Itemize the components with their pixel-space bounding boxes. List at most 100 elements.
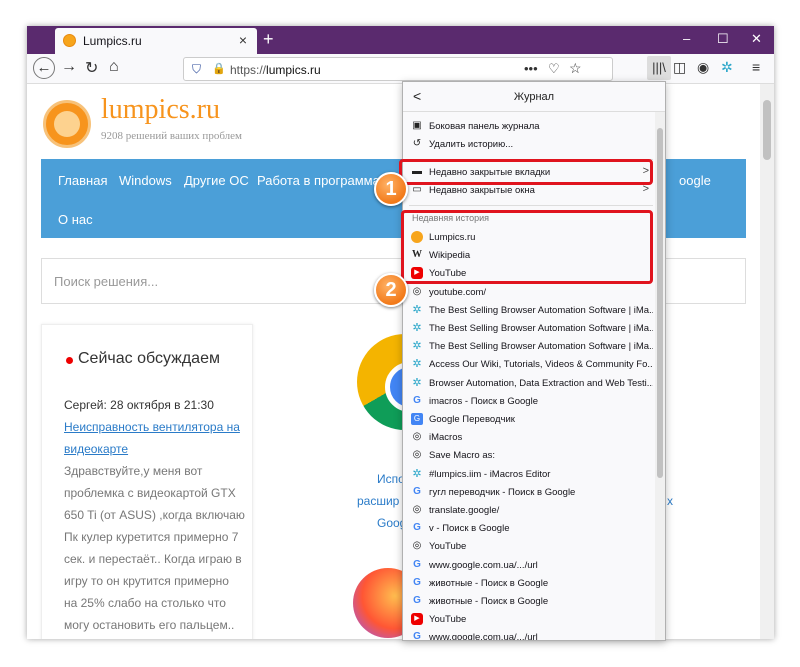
menu-item-home[interactable]: Главная bbox=[58, 173, 107, 188]
library-icon[interactable]: |||\ bbox=[647, 56, 671, 80]
history-row[interactable]: Gгугл переводчик - Поиск в Google bbox=[409, 484, 653, 502]
panel-title: Журнал bbox=[513, 91, 555, 103]
windows-icon: ▭ bbox=[412, 184, 422, 195]
minimize-icon[interactable]: – bbox=[683, 31, 690, 46]
comment-text: 650 Ti (от ASUS) ,когда включаю bbox=[64, 508, 245, 522]
site-name[interactable]: lumpics.ru bbox=[101, 94, 220, 126]
history-row[interactable]: Gimacros - Поиск в Google bbox=[409, 393, 653, 411]
history-row-label: www.google.com.ua/.../url bbox=[429, 632, 538, 641]
history-row-label: www.google.com.ua/.../url bbox=[429, 559, 538, 571]
youtube-icon: ▶ bbox=[411, 613, 423, 626]
menu-item-about[interactable]: О нас bbox=[58, 212, 93, 227]
imacros-icon: ✲ bbox=[412, 358, 422, 371]
history-row-label: translate.google/ bbox=[429, 505, 500, 516]
comment-text: игру то он крутится примерно bbox=[64, 574, 229, 588]
bookmark-star-icon[interactable]: ☆ bbox=[569, 60, 582, 77]
discussion-widget: Сейчас обсуждаем Сергей: 28 октября в 21… bbox=[41, 324, 253, 639]
panel-separator bbox=[409, 205, 653, 206]
history-row[interactable]: ✲ Browser Automation, Data Extraction and… bbox=[409, 375, 653, 393]
pocket-icon[interactable]: ♡ bbox=[548, 61, 560, 77]
sidebar-icon: ▣ bbox=[412, 120, 422, 131]
back-icon[interactable]: ← bbox=[33, 57, 55, 79]
history-row-label: The Best Selling Browser Automation Soft… bbox=[429, 323, 653, 334]
history-row-label: #lumpics.iim - iMacros Editor bbox=[429, 468, 551, 480]
history-row[interactable]: ▶ YouTube bbox=[409, 611, 653, 629]
history-row[interactable]: ◎ iMacros bbox=[409, 429, 653, 447]
history-row[interactable]: ◎ Save Macro as: bbox=[409, 447, 653, 465]
lock-icon[interactable]: 🔒 bbox=[212, 62, 226, 75]
history-row-label: гугл переводчик - Поиск в Google bbox=[429, 486, 576, 498]
menu-item-programs[interactable]: Работа в программа bbox=[257, 173, 380, 188]
panel-header: < Журнал bbox=[403, 82, 665, 112]
history-row[interactable]: ◎ YouTube bbox=[409, 538, 653, 556]
history-row[interactable]: Gwww.google.com.ua/.../url bbox=[409, 629, 653, 641]
comment-link[interactable]: Неисправность вентилятора на bbox=[64, 420, 240, 434]
history-row[interactable]: ↺ Удалить историю... bbox=[409, 136, 653, 154]
google-translate-icon: G bbox=[411, 413, 423, 425]
nav-bar: ← → ↻ ⌂ ⛉ 🔒 https://lumpics.ru ••• ♡ ☆ |… bbox=[27, 54, 774, 84]
history-row-label: The Best Selling Browser Automation Soft… bbox=[429, 304, 653, 316]
page-scrollbar-thumb[interactable] bbox=[763, 100, 771, 160]
history-row-label: Удалить историю... bbox=[429, 139, 514, 150]
history-row-label: Боковая панель журнала bbox=[429, 121, 540, 132]
live-dot-icon bbox=[66, 357, 73, 364]
shield-icon[interactable]: ⛉ bbox=[192, 62, 201, 77]
history-clear-icon: ↺ bbox=[412, 138, 422, 149]
menu-icon[interactable]: ≡ bbox=[752, 59, 760, 75]
page-scrollbar[interactable] bbox=[760, 84, 774, 639]
history-row-label: Access Our Wiki, Tutorials, Videos & Com… bbox=[429, 359, 653, 371]
history-row-label: Google Переводчик bbox=[429, 414, 515, 425]
history-row[interactable]: Gживотные - Поиск в Google bbox=[409, 575, 653, 593]
site-logo-icon[interactable] bbox=[43, 100, 91, 148]
google-icon: G bbox=[413, 522, 421, 534]
close-window-icon[interactable]: ✕ bbox=[751, 31, 762, 47]
url-bar[interactable]: ⛉ 🔒 https://lumpics.ru ••• ♡ ☆ bbox=[183, 57, 613, 81]
home-icon[interactable]: ⌂ bbox=[109, 58, 119, 76]
menu-item-windows[interactable]: Windows bbox=[119, 173, 172, 188]
imacros-toolbar-icon[interactable]: ✲ bbox=[721, 59, 733, 76]
history-row[interactable]: ✲ The Best Selling Browser Automation Sof… bbox=[409, 320, 653, 338]
history-row-label: Недавно закрытые окна bbox=[429, 185, 535, 196]
site-tagline: 9208 решений ваших проблем bbox=[101, 130, 242, 142]
history-row[interactable]: ✲ #lumpics.iim - iMacros Editor bbox=[409, 466, 653, 484]
reload-icon[interactable]: ↻ bbox=[85, 58, 98, 78]
article-title-fragment[interactable]: Испо bbox=[377, 472, 405, 486]
history-row-label: imacros - Поиск в Google bbox=[429, 395, 538, 407]
menu-item-google[interactable]: oogle bbox=[679, 173, 711, 188]
article-title-fragment[interactable]: x bbox=[667, 494, 673, 508]
page-actions-icon[interactable]: ••• bbox=[524, 61, 538, 76]
imacros-icon: ✲ bbox=[412, 467, 422, 480]
history-row[interactable]: G Google Переводчик bbox=[409, 411, 653, 429]
step-badge-2: 2 bbox=[374, 273, 408, 307]
history-row[interactable]: Gv - Поиск в Google bbox=[409, 520, 653, 538]
url-text[interactable]: https://lumpics.ru bbox=[230, 63, 321, 77]
comment-text: проблемка с видеокартой GTX bbox=[64, 486, 236, 500]
menu-item-other-os[interactable]: Другие ОС bbox=[184, 173, 249, 188]
article-title-fragment[interactable]: расшир bbox=[357, 494, 399, 508]
forward-icon[interactable]: → bbox=[61, 58, 77, 76]
history-row[interactable]: ✲ Access Our Wiki, Tutorials, Videos & Co… bbox=[409, 356, 653, 374]
tab-close-icon[interactable]: × bbox=[239, 32, 247, 48]
history-row[interactable]: ▣ Боковая панель журнала bbox=[409, 118, 653, 136]
sidebar-toggle-icon[interactable]: ◫ bbox=[673, 59, 686, 76]
history-row[interactable]: ◎ youtube.com/ bbox=[409, 284, 653, 302]
history-row[interactable]: Gживотные - Поиск в Google bbox=[409, 593, 653, 611]
panel-scrollbar-thumb[interactable] bbox=[657, 128, 663, 478]
tab-lumpics[interactable]: Lumpics.ru × bbox=[55, 28, 257, 54]
history-row[interactable]: ✲ The Best Selling Browser Automation Sof… bbox=[409, 338, 653, 356]
globe-icon: ◎ bbox=[412, 285, 422, 297]
comment-text: сек. и перестаёт.. Когда играю в bbox=[64, 552, 242, 566]
imacros-icon: ✲ bbox=[412, 322, 422, 334]
panel-scrollbar[interactable] bbox=[655, 112, 665, 640]
maximize-icon[interactable]: ☐ bbox=[717, 31, 729, 47]
history-row-label: iMacros bbox=[429, 432, 463, 444]
history-row[interactable]: ✲ The Best Selling Browser Automation Sof… bbox=[409, 302, 653, 320]
account-icon[interactable]: ◉ bbox=[697, 59, 709, 76]
history-row-label: Browser Automation, Data Extraction and … bbox=[429, 377, 653, 389]
new-tab-icon[interactable]: + bbox=[263, 29, 274, 50]
history-row[interactable]: Gwww.google.com.ua/.../url bbox=[409, 557, 653, 575]
history-row[interactable]: ◎ translate.google/ bbox=[409, 502, 653, 520]
lumpics-favicon-icon bbox=[63, 34, 76, 47]
highlight-closed-tabs bbox=[399, 159, 653, 185]
comment-link-cont[interactable]: видеокарте bbox=[64, 442, 128, 456]
